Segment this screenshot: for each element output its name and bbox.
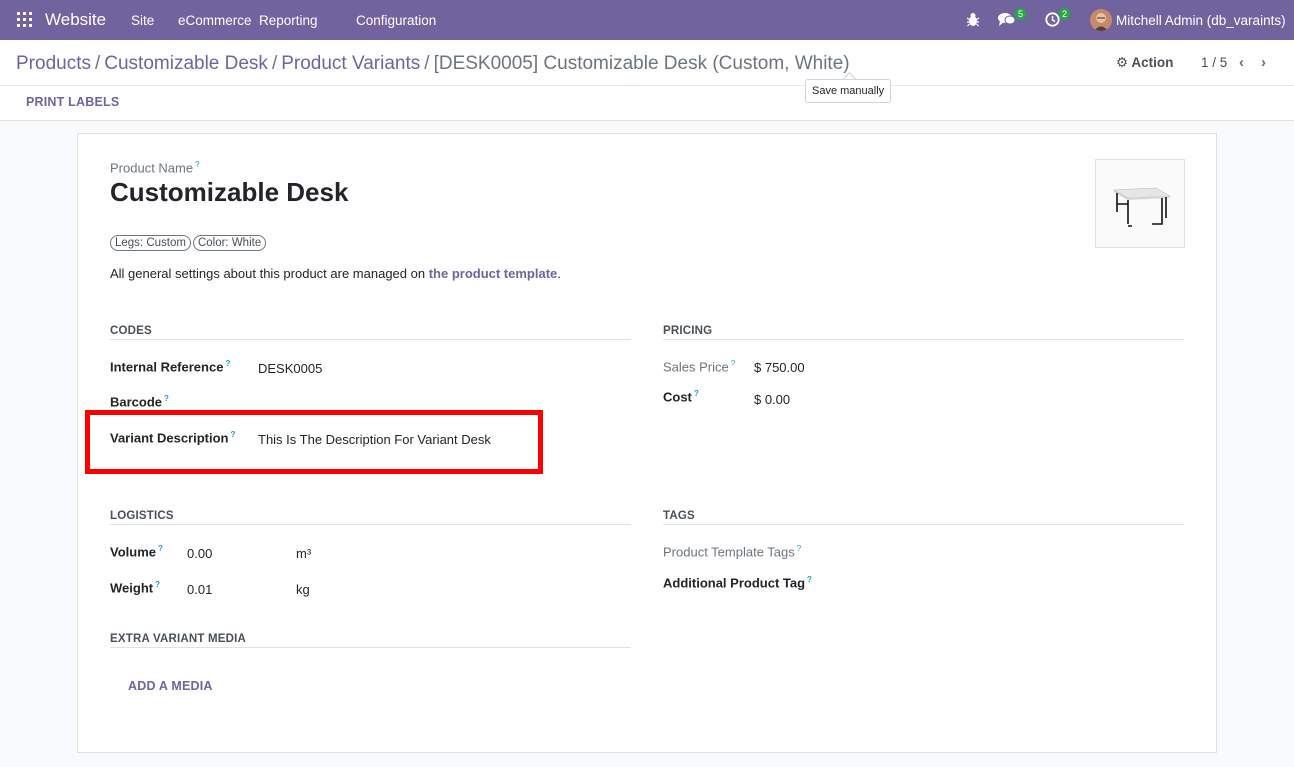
help-icon: ? [195,160,200,169]
product-name-label: Product Name? [110,160,200,176]
messages-icon[interactable] [998,12,1016,30]
volume-field[interactable]: 0.00 [187,546,212,561]
pricing-heading: PRICING [663,325,713,337]
product-image[interactable] [1095,159,1185,248]
action-button[interactable]: ⚙ Action [1116,55,1173,71]
tags-divider [663,524,1184,525]
barcode-field[interactable] [258,394,558,410]
menu-ecommerce[interactable]: eCommerce [178,13,252,28]
weight-unit: kg [296,582,310,597]
user-avatar[interactable] [1090,9,1112,31]
control-panel: Products / Customizable Desk / Product Varia… [0,40,1294,121]
cost-label: Cost? [663,389,699,405]
add-media-button[interactable]: ADD A MEDIA [128,679,213,693]
pager-value[interactable]: 1 / 5 [1201,55,1227,70]
bug-icon[interactable] [966,12,980,30]
save-tooltip: Save manually [805,79,892,103]
weight-field[interactable]: 0.01 [187,582,212,597]
attribute-pills: Legs: Custom Color: White [110,234,268,251]
form-sheet: Product Name? Customizable Desk Legs: Cu… [77,133,1217,753]
breadcrumb: Products / Customizable Desk / Product Varia… [16,53,850,74]
attribute-pill-legs: Legs: Custom [110,235,191,251]
variant-description-field[interactable]: This Is The Description For Variant Desk [258,432,491,447]
clock-icon[interactable] [1045,12,1060,30]
help-icon: ? [164,394,169,403]
codes-divider [110,339,631,340]
help-icon: ? [730,359,736,368]
help-icon: ? [796,544,802,553]
cost-field[interactable]: $ 0.00 [754,392,790,407]
apps-grid-icon[interactable] [17,12,32,27]
logistics-heading: LOGISTICS [110,510,174,522]
volume-label: Volume? [110,544,163,560]
breadcrumb-variants[interactable]: Product Variants [281,53,420,74]
menu-reporting[interactable]: Reporting [259,13,318,28]
additional-tag-label: Additional Product Tag? [663,575,812,591]
help-icon: ? [693,389,699,398]
activities-badge: 2 [1059,8,1071,20]
help-icon: ? [230,430,236,439]
app-brand[interactable]: Website [45,10,106,30]
gear-icon: ⚙ [1116,55,1129,70]
product-name[interactable]: Customizable Desk [110,177,348,208]
internal-reference-label: Internal Reference? [110,359,231,375]
breadcrumb-products[interactable]: Products [16,53,91,74]
pricing-divider [663,339,1184,340]
tags-heading: TAGS [663,510,695,522]
codes-heading: CODES [110,325,152,337]
menu-configuration[interactable]: Configuration [356,13,436,28]
messages-badge: 5 [1015,8,1027,20]
attribute-pill-color: Color: White [192,235,267,251]
volume-unit: m³ [296,546,312,561]
menu-site[interactable]: Site [131,13,154,28]
help-icon: ? [158,544,163,553]
barcode-label: Barcode? [110,394,169,410]
template-info: All general settings about this product … [110,266,561,281]
logistics-divider [110,524,631,525]
breadcrumb-template[interactable]: Customizable Desk [104,53,268,74]
breadcrumb-current: [DESK0005] Customizable Desk (Custom, Wh… [433,53,850,74]
help-icon: ? [155,580,160,589]
weight-label: Weight? [110,580,160,596]
user-menu[interactable]: Mitchell Admin (db_varaints) [1116,13,1286,28]
action-label: Action [1131,55,1174,70]
top-navbar: Website Site eCommerce Reporting Configu… [0,0,1294,40]
template-tags-label: Product Template Tags? [663,544,802,560]
extra-media-divider [110,647,631,648]
divider [0,85,1294,86]
help-icon: ? [807,575,812,584]
variant-description-label: Variant Description? [110,430,236,446]
product-template-link[interactable]: the product template [429,266,558,281]
internal-reference-field[interactable]: DESK0005 [258,361,322,376]
additional-tag-field[interactable] [818,575,1178,591]
pager-next-icon[interactable]: › [1261,54,1266,71]
sales-price-field[interactable]: $ 750.00 [754,360,805,375]
pager-prev-icon[interactable]: ‹ [1239,54,1244,71]
print-labels-button[interactable]: PRINT LABELS [26,95,119,109]
extra-media-heading: EXTRA VARIANT MEDIA [110,633,247,645]
sales-price-label: Sales Price? [663,359,736,375]
help-icon: ? [225,359,231,368]
